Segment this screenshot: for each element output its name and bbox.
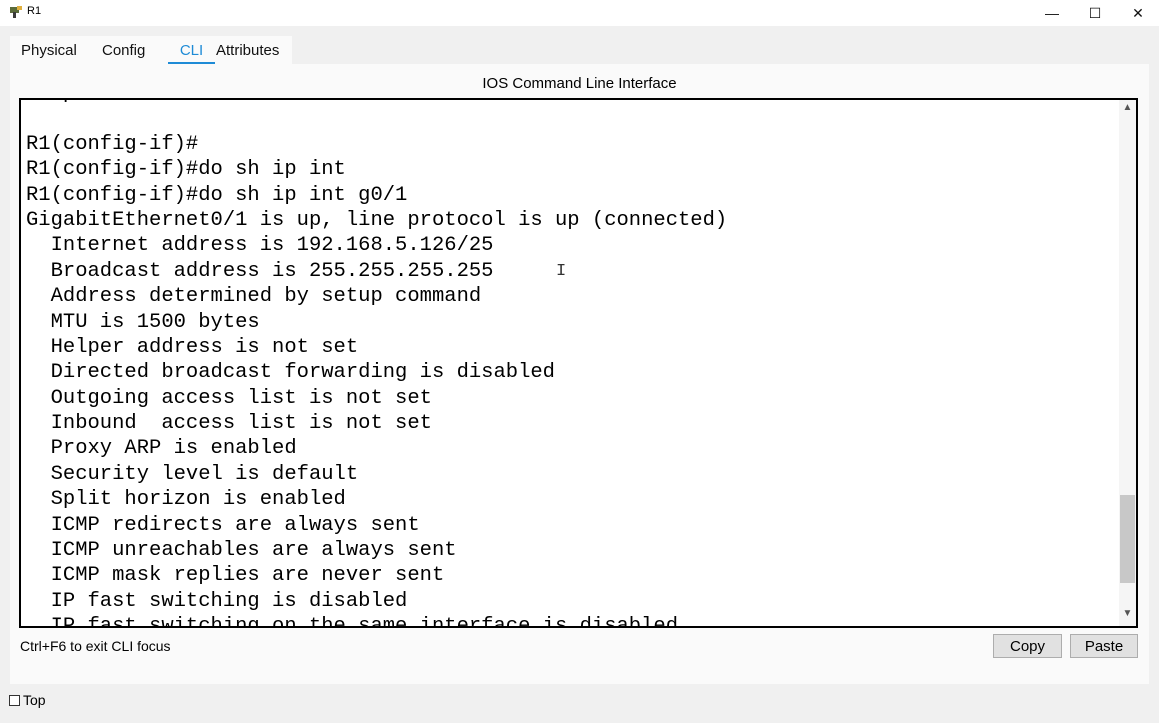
terminal-line: MTU is 1500 bytes [26, 310, 260, 334]
terminal-line: IP fast switching is disabled [26, 589, 408, 613]
terminal-line: Address determined by setup command [26, 285, 482, 309]
maximize-icon: ☐ [1088, 4, 1102, 21]
terminal-line: R1(config-if)#do sh ip int [26, 158, 346, 182]
terminal-line: Inbound access list is not set [26, 412, 432, 436]
cli-terminal[interactable]: upR1(config-if)#R1(config-if)#do sh ip i… [19, 98, 1138, 628]
terminal-line: Helper address is not set [26, 335, 359, 359]
tab-physical[interactable]: Physical [21, 42, 77, 59]
terminal-output: upR1(config-if)#R1(config-if)#do sh ip i… [26, 100, 728, 628]
top-label: Top [23, 692, 46, 708]
terminal-line: ICMP redirects are always sent [26, 513, 420, 537]
terminal-line: Security level is default [26, 462, 359, 486]
terminal-line: IP fast switching on the same interface … [26, 615, 679, 628]
copy-button[interactable]: Copy [993, 634, 1062, 658]
router-app-icon [10, 6, 22, 18]
terminal-line: Directed broadcast forwarding is disable… [26, 361, 555, 385]
close-icon: ✕ [1132, 4, 1144, 21]
tab-config[interactable]: Config [102, 42, 145, 59]
terminal-line: Proxy ARP is enabled [26, 437, 297, 461]
window-title: R1 [27, 5, 42, 17]
terminal-line: ICMP unreachables are always sent [26, 539, 457, 563]
tab-bar: Physical Config CLI Attributes [10, 36, 292, 66]
terminal-line: up [26, 100, 727, 106]
cli-focus-hint: Ctrl+F6 to exit CLI focus [20, 638, 171, 654]
tab-cli[interactable]: CLI [168, 42, 215, 59]
minimize-icon: — [1045, 5, 1059, 21]
scrollbar-thumb[interactable] [1120, 495, 1135, 583]
scroll-up-arrow-icon[interactable]: ▲ [1121, 102, 1134, 116]
close-button[interactable]: ✕ [1116, 0, 1159, 26]
top-checkbox[interactable] [9, 694, 20, 706]
cli-heading: IOS Command Line Interface [482, 75, 677, 92]
paste-button[interactable]: Paste [1070, 634, 1138, 658]
scroll-down-arrow-icon[interactable]: ▼ [1121, 608, 1134, 622]
terminal-line: R1(config-if)# [26, 132, 199, 156]
terminal-line: Internet address is 192.168.5.126/25 [26, 234, 494, 258]
text-cursor-icon: I [556, 262, 567, 281]
terminal-line: Broadcast address is 255.255.255.255 [26, 259, 494, 283]
terminal-line: GigabitEthernet0/1 is up, line protocol … [26, 208, 728, 232]
terminal-line: Outgoing access list is not set [26, 386, 432, 410]
terminal-line: ICMP mask replies are never sent [26, 564, 445, 588]
title-bar: R1 — ☐ ✕ [0, 0, 1159, 26]
maximize-button[interactable]: ☐ [1073, 0, 1117, 26]
minimize-button[interactable]: — [1030, 0, 1074, 26]
top-option[interactable]: Top [9, 692, 46, 708]
terminal-line: Split horizon is enabled [26, 488, 346, 512]
tab-attributes[interactable]: Attributes [216, 42, 279, 59]
terminal-line: R1(config-if)#do sh ip int g0/1 [26, 183, 408, 207]
terminal-scrollbar[interactable]: ▲ ▼ [1119, 100, 1136, 626]
